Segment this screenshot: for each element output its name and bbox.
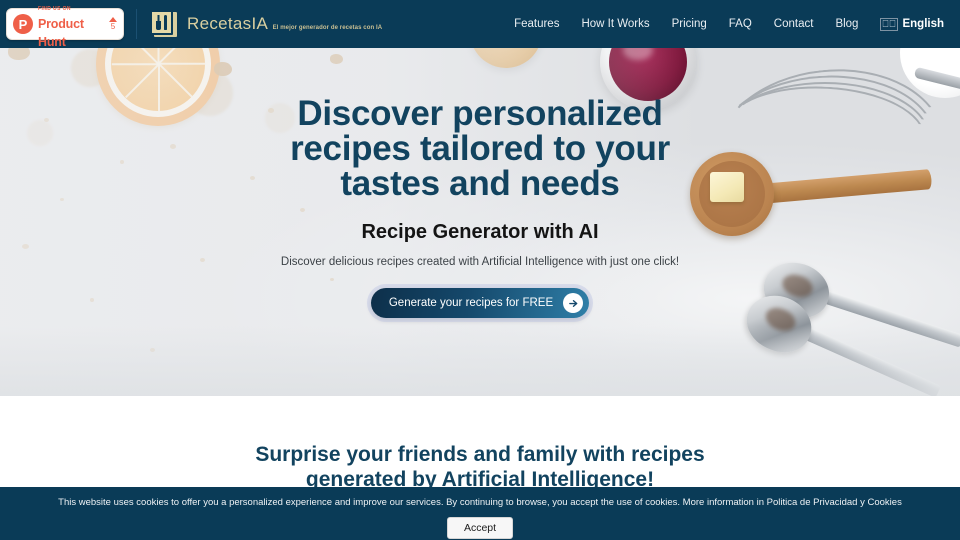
product-hunt-upvote-count: 5	[110, 22, 116, 31]
site-header: P FIND US ON Product Hunt 5 RecetasIA El…	[0, 0, 960, 49]
arrow-right-icon	[563, 293, 584, 313]
hero-description: Discover delicious recipes created with …	[280, 256, 680, 268]
butter-pat-decor	[710, 172, 744, 202]
brand-logo-link[interactable]: RecetasIA El mejor generador de recetas …	[149, 9, 382, 39]
product-hunt-upvote[interactable]: 5	[109, 17, 117, 31]
hero-heading: Discover personalized recipes tailored t…	[290, 94, 670, 203]
flag-icon: ⎕⎕	[880, 17, 899, 31]
language-label: English	[902, 18, 944, 30]
hero-section: Discover personalized recipes tailored t…	[0, 48, 960, 396]
nav-item-blog[interactable]: Blog	[835, 18, 858, 30]
surprise-section-heading: Surprise your friends and family with re…	[255, 443, 705, 491]
nav-item-faq[interactable]: FAQ	[729, 18, 752, 30]
recipe-book-cutlery-icon	[149, 9, 179, 39]
main-navigation: Features How It Works Pricing FAQ Contac…	[514, 17, 944, 31]
privacy-policy-link[interactable]: Politica de Privacidad y Cookies	[767, 497, 902, 508]
header-divider	[136, 9, 137, 39]
hero-subheading: Recipe Generator with AI	[361, 221, 599, 243]
nav-item-contact[interactable]: Contact	[774, 18, 814, 30]
product-hunt-find-us-label: FIND US ON	[38, 6, 71, 12]
cookie-consent-text: This website uses cookies to offer you a…	[58, 497, 902, 508]
brand-tagline: El mejor generador de recetas con IA	[272, 24, 383, 31]
hero-content: Discover personalized recipes tailored t…	[0, 48, 960, 396]
product-hunt-badge[interactable]: P FIND US ON Product Hunt 5	[6, 6, 124, 49]
page-root: P FIND US ON Product Hunt 5 RecetasIA El…	[0, 0, 960, 540]
hero-cta-wrapper: Generate your recipes for FREE	[370, 288, 590, 318]
nav-item-pricing[interactable]: Pricing	[672, 18, 707, 30]
cookie-consent-message: This website uses cookies to offer you a…	[58, 497, 767, 508]
product-hunt-name-label: Product Hunt	[38, 17, 84, 49]
accept-cookies-button[interactable]: Accept	[446, 517, 514, 539]
language-selector[interactable]: ⎕⎕ English	[880, 17, 944, 31]
generate-recipes-button[interactable]: Generate your recipes for FREE	[370, 288, 590, 318]
nav-item-features[interactable]: Features	[514, 18, 559, 30]
generate-recipes-label: Generate your recipes for FREE	[388, 297, 554, 309]
brand-name: RecetasIA	[187, 13, 269, 33]
product-hunt-logo-icon: P	[13, 14, 33, 34]
cookie-consent-banner: This website uses cookies to offer you a…	[0, 487, 960, 540]
product-hunt-text: FIND US ON Product Hunt	[38, 0, 107, 51]
brand-wordmark: RecetasIA El mejor generador de recetas …	[187, 13, 383, 34]
nav-item-how-it-works[interactable]: How It Works	[581, 18, 649, 30]
